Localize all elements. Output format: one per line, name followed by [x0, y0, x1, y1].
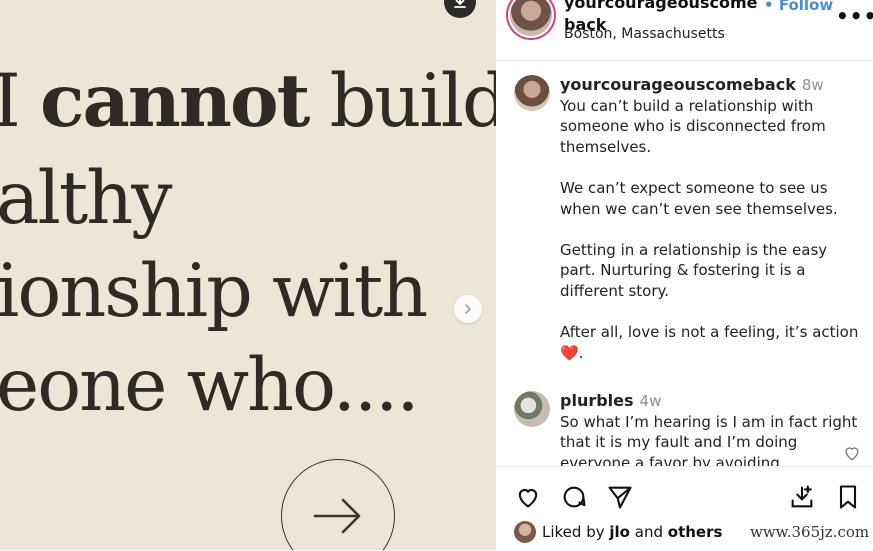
location-link[interactable]: Boston, Massachusetts — [564, 26, 725, 42]
liker-avatar — [514, 521, 536, 543]
bookmark-icon[interactable] — [834, 483, 862, 511]
chevron-right-icon — [465, 304, 472, 314]
quote-line-1: I cannot build — [0, 58, 496, 144]
post-image: I cannot build althy ionship with eone w… — [0, 0, 496, 550]
comment-paragraph: So what I’m hearing is I am in fact righ… — [560, 412, 858, 466]
follow-button[interactable]: • Follow — [764, 0, 833, 14]
arrow-circle-graphic — [281, 459, 395, 550]
liked-by-summary[interactable]: Liked by jlo and others — [514, 521, 722, 543]
comment-time: 4w — [639, 392, 662, 410]
comment-paragraph: We can’t expect someone to see us when w… — [560, 178, 838, 218]
comment-username[interactable]: plurbles — [560, 391, 634, 410]
quote-line-4: eone who.... — [0, 343, 420, 428]
like-comment-heart-icon[interactable] — [842, 443, 862, 463]
comment-icon[interactable] — [560, 483, 588, 511]
quote-line-2: althy — [0, 156, 172, 241]
post-side-panel: yourcourageouscomeback • Follow Boston, … — [496, 0, 873, 550]
comment-time: 8w — [801, 76, 824, 94]
heart-icon[interactable] — [514, 483, 542, 511]
download-add-icon[interactable] — [788, 483, 816, 511]
comment-paragraph: Getting in a relationship is the easy pa… — [560, 240, 828, 300]
liked-by-user[interactable]: jlo — [609, 523, 630, 541]
share-icon[interactable] — [606, 483, 634, 511]
quote-line-3: ionship with — [0, 249, 428, 334]
action-bar: Liked by jlo and others www.365jz.com — [496, 466, 873, 551]
more-options-icon[interactable]: ••• — [836, 4, 873, 28]
comment-username[interactable]: yourcourageouscomeback — [560, 75, 796, 94]
next-slide-button[interactable] — [454, 295, 482, 323]
watermark-text: www.365jz.com — [750, 523, 870, 541]
comment-paragraph: After all, love is not a feeling, it’s a… — [560, 323, 859, 362]
arrow-right-icon — [313, 498, 361, 534]
author-avatar[interactable] — [510, 0, 552, 36]
liked-by-others[interactable]: others — [668, 523, 723, 541]
commenter-avatar[interactable] — [514, 391, 550, 427]
commenter-avatar[interactable] — [514, 75, 550, 111]
download-icon — [454, 0, 466, 8]
comment-paragraph: You can’t build a relationship with some… — [560, 96, 826, 156]
post-header: yourcourageouscomeback • Follow Boston, … — [496, 0, 873, 61]
download-button[interactable] — [444, 0, 476, 18]
comments-list[interactable]: yourcourageouscomeback 8w You can’t build… — [496, 61, 873, 466]
liked-by-prefix: Liked by — [542, 523, 605, 541]
liked-by-and: and — [634, 523, 663, 541]
